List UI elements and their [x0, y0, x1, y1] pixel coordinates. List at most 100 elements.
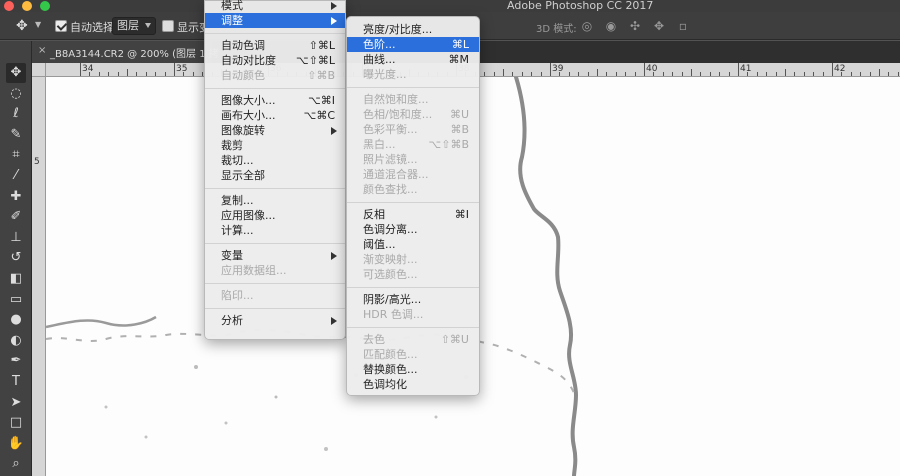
quick-select-tool-icon[interactable]: ✎: [6, 125, 26, 145]
menu-item-shortcut: ⌥⇧⌘L: [295, 54, 335, 67]
title-bar: Adobe Photoshop CC 2017: [0, 0, 900, 12]
type-tool-icon[interactable]: T: [6, 372, 26, 392]
gradient-tool-icon[interactable]: ▭: [6, 290, 26, 310]
brush-tool-icon[interactable]: ✐: [6, 207, 26, 227]
scale-3d-icon[interactable]: ▫: [676, 19, 690, 33]
ruler-tick: [164, 72, 166, 76]
lasso-tool-icon[interactable]: ℓ: [6, 104, 26, 124]
adjust_menu-item-19[interactable]: 阴影/高光...: [347, 292, 479, 307]
path-select-tool-icon[interactable]: ➤: [6, 393, 26, 413]
adjust_menu-item-25[interactable]: 色调均化: [347, 377, 479, 392]
adjust_menu-item-14[interactable]: 色调分离...: [347, 222, 479, 237]
adjust_menu-item-13[interactable]: 反相 ⌘I: [347, 207, 479, 222]
ruler-tick: [897, 72, 899, 76]
ruler-origin[interactable]: [32, 63, 46, 77]
adjust_menu-item-1[interactable]: 色阶... ⌘L: [347, 37, 479, 52]
image_menu-item-11[interactable]: 裁切...: [205, 153, 345, 168]
image_menu-item-4[interactable]: 自动对比度 ⌥⇧⌘L: [205, 53, 345, 68]
menu-item-label: 亮度/对比度...: [363, 23, 433, 36]
ruler-tick: [108, 72, 110, 76]
layer-select-dropdown[interactable]: 图层: [112, 17, 156, 35]
adjust_menu-item-16: 渐变映射...: [347, 252, 479, 267]
crop-tool-icon[interactable]: ⌗: [6, 145, 26, 165]
pen-tool-icon[interactable]: ✒: [6, 351, 26, 371]
ruler-tick: [597, 69, 598, 76]
menu-separator: [347, 327, 479, 328]
move-tool-preset-icon[interactable]: ✥: [16, 18, 32, 34]
image_menu-item-10[interactable]: 裁剪: [205, 138, 345, 153]
eyedropper-tool-icon[interactable]: ⁄: [6, 166, 26, 186]
ruler-tick: [531, 72, 533, 76]
ruler-tick: [719, 72, 721, 76]
ruler-tick: [832, 63, 833, 76]
ruler-tick: [850, 72, 852, 76]
slide-3d-icon[interactable]: ✥: [652, 19, 666, 33]
healing-brush-tool-icon[interactable]: ✚: [6, 187, 26, 207]
image_menu-item-5: 自动颜色 ⇧⌘B: [205, 68, 345, 83]
show-transform-checkbox[interactable]: [162, 20, 174, 32]
menu-item-label: 自然饱和度...: [363, 93, 429, 106]
vertical-ruler[interactable]: 5: [32, 77, 46, 476]
menu-item-label: 阈值...: [363, 238, 396, 251]
blur-tool-icon[interactable]: ●: [6, 310, 26, 330]
hand-tool-icon[interactable]: ✋: [6, 434, 26, 454]
menu-item-label: 变量: [221, 249, 243, 262]
menu-item-label: 模式: [221, 0, 243, 12]
menu-separator: [205, 283, 345, 284]
menu-item-shortcut: ⇧⌘L: [308, 39, 335, 52]
menu-item-shortcut: ⌘I: [454, 208, 469, 221]
move-tool-icon[interactable]: ✥: [6, 63, 26, 83]
zoom-window-button[interactable]: [40, 1, 50, 11]
adjust_menu-item-10: 通道混合器...: [347, 167, 479, 182]
adjust_menu-item-11: 颜色查找...: [347, 182, 479, 197]
menu-item-label: 黑白...: [363, 138, 396, 151]
image_menu-item-0[interactable]: 模式: [205, 0, 345, 13]
image_menu-item-3[interactable]: 自动色调 ⇧⌘L: [205, 38, 345, 53]
image_menu-item-12[interactable]: 显示全部: [205, 168, 345, 183]
image_menu-item-16[interactable]: 计算...: [205, 223, 345, 238]
image_menu-item-18[interactable]: 变量: [205, 248, 345, 263]
orbit-3d-icon[interactable]: ◎: [580, 19, 594, 33]
menu-item-label: 色调分离...: [363, 223, 418, 236]
image_menu-item-1[interactable]: 调整: [205, 13, 345, 28]
zoom-tool-icon[interactable]: ⌕: [6, 454, 26, 474]
menu-item-label: 调整: [221, 14, 243, 27]
adjust_menu-item-0[interactable]: 亮度/对比度...: [347, 22, 479, 37]
marquee-tool-icon[interactable]: ◌: [6, 84, 26, 104]
image_menu-item-7[interactable]: 图像大小... ⌥⌘I: [205, 93, 345, 108]
document-tab-title: _B8A3144.CR2 @ 200% (图层 1 拷: [50, 49, 219, 60]
menu-item-label: 去色: [363, 333, 385, 346]
auto-select-checkbox[interactable]: [55, 20, 67, 32]
image_menu-item-21: 陷印...: [205, 288, 345, 303]
document-tab[interactable]: × _B8A3144.CR2 @ 200% (图层 1 拷: [32, 41, 219, 63]
close-icon[interactable]: ×: [38, 45, 46, 56]
chevron-down-icon[interactable]: ▼: [35, 20, 41, 29]
menu-separator: [347, 87, 479, 88]
ruler-tick: [484, 72, 486, 76]
rectangle-tool-icon[interactable]: □: [6, 413, 26, 433]
minimize-window-button[interactable]: [22, 1, 32, 11]
dodge-tool-icon[interactable]: ◐: [6, 331, 26, 351]
history-brush-tool-icon[interactable]: ↺: [6, 248, 26, 268]
adjust_menu-item-8: 黑白... ⌥⇧⌘B: [347, 137, 479, 152]
ruler-tick: [136, 72, 138, 76]
image_menu-item-9[interactable]: 图像旋转: [205, 123, 345, 138]
adjust_menu-item-24[interactable]: 替换颜色...: [347, 362, 479, 377]
adjust_menu-item-2[interactable]: 曲线... ⌘M: [347, 52, 479, 67]
menu-item-label: 通道混合器...: [363, 168, 429, 181]
menu-item-label: HDR 色调...: [363, 308, 424, 321]
drag-3d-icon[interactable]: ✣: [628, 19, 642, 33]
image_menu-item-14[interactable]: 复制...: [205, 193, 345, 208]
eraser-tool-icon[interactable]: ◧: [6, 269, 26, 289]
ruler-label: 34: [82, 64, 94, 74]
close-window-button[interactable]: [4, 1, 14, 11]
clone-stamp-tool-icon[interactable]: ⊥: [6, 228, 26, 248]
image_menu-item-23[interactable]: 分析: [205, 313, 345, 328]
ruler-tick: [653, 72, 655, 76]
menu-item-label: 匹配颜色...: [363, 348, 418, 361]
adjust_menu-item-15[interactable]: 阈值...: [347, 237, 479, 252]
roll-3d-icon[interactable]: ◉: [604, 19, 618, 33]
image_menu-item-8[interactable]: 画布大小... ⌥⌘C: [205, 108, 345, 123]
image_menu-item-15[interactable]: 应用图像...: [205, 208, 345, 223]
auto-select-label: 自动选择:: [70, 21, 118, 34]
